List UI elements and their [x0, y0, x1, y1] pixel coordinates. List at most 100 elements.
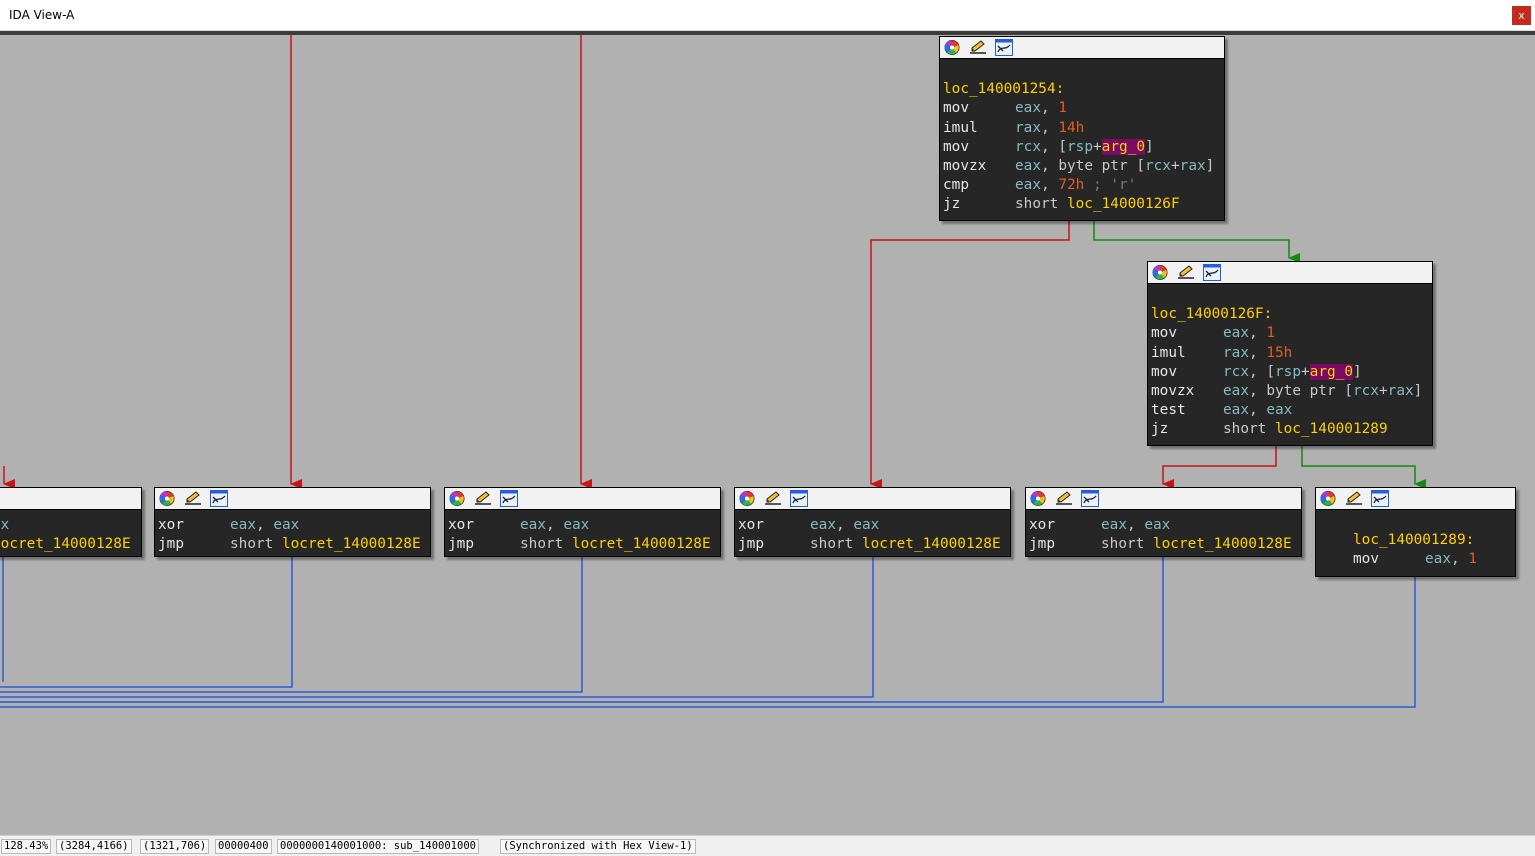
graph-layout-icon[interactable]	[995, 39, 1013, 56]
register[interactable]: rsp	[1275, 364, 1301, 380]
block-label[interactable]: loc_14000126F:	[1151, 305, 1432, 324]
variable-reference[interactable]: arg_0	[1309, 363, 1353, 380]
block-xor-2[interactable]: xor eax, eax jmp short locret_14000128E	[444, 487, 721, 557]
block-loc-140001254[interactable]: loc_140001254: mov eax, 1 imul rax, 14h mov rc…	[939, 36, 1225, 221]
register[interactable]: ax	[0, 517, 9, 533]
block-xor-3[interactable]: xor eax, eax jmp short locret_14000128E	[734, 487, 1011, 557]
label-reference[interactable]: locret_14000128E	[1153, 536, 1292, 552]
code-line[interactable]: jmp short locret_14000128E	[1029, 535, 1301, 554]
edit-node-icon[interactable]	[474, 490, 492, 507]
color-wheel-icon[interactable]	[943, 39, 961, 56]
register[interactable]: eax	[1425, 551, 1451, 567]
node-code[interactable]: loc_14000126F: mov eax, 1 imul rax, 15h mov rc…	[1148, 284, 1432, 442]
block-loc-140001289[interactable]: loc_140001289: mov eax, 1	[1315, 487, 1516, 577]
color-wheel-icon[interactable]	[448, 490, 466, 507]
node-code[interactable]: xor eax, eax jmp short locret_14000128E	[155, 510, 430, 556]
register[interactable]: eax	[520, 517, 546, 533]
graph-layout-icon[interactable]	[1371, 490, 1389, 507]
label-reference[interactable]: locret_14000128E	[0, 536, 131, 552]
code-line[interactable]: imul rax, 14h	[943, 119, 1224, 138]
register[interactable]: rcx	[1223, 364, 1249, 380]
edit-node-icon[interactable]	[184, 490, 202, 507]
register[interactable]: eax	[1223, 383, 1249, 399]
register[interactable]: eax	[853, 517, 879, 533]
label-reference[interactable]: locret_14000128E	[572, 536, 711, 552]
register[interactable]: eax	[1266, 402, 1292, 418]
code-line[interactable]: mov eax, 1	[943, 99, 1224, 118]
register[interactable]: eax	[1223, 325, 1249, 341]
code-line[interactable]: xor eax, eax	[158, 516, 430, 535]
register[interactable]: eax	[230, 517, 256, 533]
block-xor-4[interactable]: xor eax, eax jmp short locret_14000128E	[1025, 487, 1302, 557]
edit-node-icon[interactable]	[1055, 490, 1073, 507]
code-line[interactable]: cmp eax, 72h ; 'r'	[943, 176, 1224, 195]
register[interactable]: eax	[1015, 177, 1041, 193]
color-wheel-icon[interactable]	[158, 490, 176, 507]
graph-layout-icon[interactable]	[1081, 490, 1099, 507]
code-line[interactable]: mov rcx, [rsp+arg_0]	[943, 138, 1224, 157]
block-locret-left[interactable]: ax locret_14000128E	[0, 487, 142, 557]
edit-node-icon[interactable]	[969, 39, 987, 56]
code-line[interactable]: jmp short locret_14000128E	[448, 535, 720, 554]
node-code[interactable]: loc_140001254: mov eax, 1 imul rax, 14h mov rc…	[940, 59, 1224, 217]
graph-layout-icon[interactable]	[210, 490, 228, 507]
register[interactable]: rax	[1180, 158, 1206, 174]
code-line[interactable]: xor eax, eax	[1029, 516, 1301, 535]
color-wheel-icon[interactable]	[1029, 490, 1047, 507]
label-reference[interactable]: loc_140001289	[1275, 421, 1388, 437]
register[interactable]: eax	[810, 517, 836, 533]
register[interactable]: rax	[1388, 383, 1414, 399]
label-reference[interactable]: locret_14000128E	[282, 536, 421, 552]
node-code[interactable]: xor eax, eax jmp short locret_14000128E	[445, 510, 720, 556]
block-label[interactable]: loc_140001254:	[943, 80, 1224, 99]
code-line[interactable]: mov eax, 1	[1319, 550, 1515, 569]
block-loc-14000126f[interactable]: loc_14000126F: mov eax, 1 imul rax, 15h mov rc…	[1147, 261, 1433, 446]
node-code[interactable]: ax locret_14000128E	[0, 510, 141, 556]
code-line[interactable]: ax	[0, 516, 141, 535]
register[interactable]: eax	[563, 517, 589, 533]
code-line[interactable]: locret_14000128E	[0, 535, 141, 554]
register[interactable]: rax	[1223, 345, 1249, 361]
register[interactable]: eax	[1144, 517, 1170, 533]
code-line[interactable]: imul rax, 15h	[1151, 344, 1432, 363]
register[interactable]: eax	[1015, 158, 1041, 174]
code-line[interactable]: jmp short locret_14000128E	[158, 535, 430, 554]
register[interactable]: eax	[1101, 517, 1127, 533]
register[interactable]: rax	[1015, 120, 1041, 136]
register[interactable]: rcx	[1015, 139, 1041, 155]
register[interactable]: eax	[1015, 100, 1041, 116]
block-label[interactable]: loc_140001289:	[1319, 531, 1515, 550]
color-wheel-icon[interactable]	[1319, 490, 1337, 507]
code-line[interactable]: mov rcx, [rsp+arg_0]	[1151, 363, 1432, 382]
code-line[interactable]: test eax, eax	[1151, 401, 1432, 420]
register[interactable]: rcx	[1145, 158, 1171, 174]
graph-layout-icon[interactable]	[500, 490, 518, 507]
label-reference[interactable]: locret_14000128E	[862, 536, 1001, 552]
code-line[interactable]: jz short loc_14000126F	[943, 195, 1224, 214]
node-code[interactable]: loc_140001289: mov eax, 1	[1316, 510, 1515, 572]
register[interactable]: eax	[273, 517, 299, 533]
code-line[interactable]: movzx eax, byte ptr [rcx+rax]	[1151, 382, 1432, 401]
code-line[interactable]: xor eax, eax	[738, 516, 1010, 535]
register[interactable]: rsp	[1067, 139, 1093, 155]
node-code[interactable]: xor eax, eax jmp short locret_14000128E	[1026, 510, 1301, 556]
graph-layout-icon[interactable]	[790, 490, 808, 507]
code-line[interactable]: jz short loc_140001289	[1151, 420, 1432, 439]
node-code[interactable]: xor eax, eax jmp short locret_14000128E	[735, 510, 1010, 556]
label-reference[interactable]: loc_14000126F	[1067, 196, 1180, 212]
edit-node-icon[interactable]	[1177, 264, 1195, 281]
variable-reference[interactable]: arg_0	[1101, 138, 1145, 155]
edit-node-icon[interactable]	[764, 490, 782, 507]
block-xor-1[interactable]: xor eax, eax jmp short locret_14000128E	[154, 487, 431, 557]
color-wheel-icon[interactable]	[738, 490, 756, 507]
graph-canvas[interactable]: loc_140001254: mov eax, 1 imul rax, 14h mov rc…	[0, 35, 1535, 835]
code-line[interactable]: xor eax, eax	[448, 516, 720, 535]
code-line[interactable]: movzx eax, byte ptr [rcx+rax]	[943, 157, 1224, 176]
code-line[interactable]: jmp short locret_14000128E	[738, 535, 1010, 554]
close-button[interactable]: x	[1512, 6, 1531, 25]
code-line[interactable]: mov eax, 1	[1151, 324, 1432, 343]
register[interactable]: eax	[1223, 402, 1249, 418]
register[interactable]: rcx	[1353, 383, 1379, 399]
color-wheel-icon[interactable]	[1151, 264, 1169, 281]
edit-node-icon[interactable]	[1345, 490, 1363, 507]
